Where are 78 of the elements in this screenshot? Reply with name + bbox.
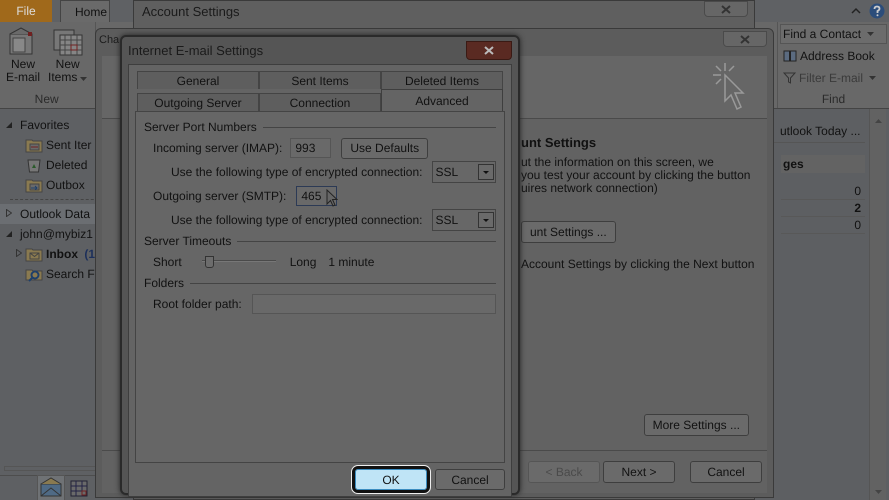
- folder-group[interactable]: Favorites: [0, 115, 119, 135]
- folder-group-label: Outlook Data: [20, 207, 90, 221]
- folder-item[interactable]: Sent Iter: [0, 135, 119, 155]
- folder-item[interactable]: Outbox: [0, 175, 119, 195]
- slider-thumb[interactable]: [204, 256, 214, 268]
- port-field[interactable]: 993: [290, 138, 332, 158]
- ribbon-tab[interactable]: File: [0, 0, 52, 22]
- mail-icon[interactable]: [38, 476, 64, 500]
- close-icon: [720, 4, 732, 14]
- dialog-title: Internet E-mail Settings: [128, 43, 264, 58]
- window-title: Cha: [99, 34, 120, 46]
- timeout-slider[interactable]: [202, 255, 276, 269]
- help-icon[interactable]: [869, 3, 885, 19]
- encryption-dropdown[interactable]: SSL: [432, 209, 496, 231]
- folder-icon: [25, 177, 43, 193]
- section-label: Server Port Numbers: [144, 120, 257, 134]
- wizard-button[interactable]: Cancel: [690, 461, 762, 483]
- folder-item[interactable]: Search F: [0, 264, 119, 284]
- folder-group-label: Favorites: [20, 118, 70, 132]
- settings-tab[interactable]: Advanced: [381, 89, 503, 111]
- section-label: Folders: [144, 276, 184, 290]
- description-text: uires network connection): [521, 182, 658, 195]
- section-heading: unt Settings: [521, 135, 598, 150]
- close-icon: [483, 46, 495, 55]
- field-label: Use the following type of encrypted connection:: [171, 165, 422, 179]
- settings-tab[interactable]: Deleted Items: [381, 71, 503, 89]
- group-label: New: [34, 92, 59, 106]
- more-settings-button[interactable]: More Settings ...: [644, 414, 749, 436]
- settings-tab[interactable]: Connection: [259, 93, 381, 111]
- find-command[interactable]: Find a Contact: [780, 24, 887, 44]
- section-header: ges: [781, 155, 865, 173]
- field-label: Incoming server (IMAP):: [153, 141, 282, 155]
- close-button[interactable]: [466, 41, 512, 60]
- close-icon: [739, 34, 751, 44]
- settings-tab[interactable]: Sent Items: [259, 71, 381, 89]
- field-label: Use the following type of encrypted connection:: [171, 213, 422, 227]
- new-item-button[interactable]: New Items: [46, 26, 90, 92]
- timeout-value: 1 minute: [328, 255, 374, 269]
- collapsed-icon[interactable]: [16, 249, 22, 257]
- message-count: 0: [781, 183, 865, 200]
- expanded-icon[interactable]: [6, 230, 12, 236]
- dialog-button[interactable]: Cancel: [435, 469, 505, 490]
- settings-tab[interactable]: Outgoing Server: [137, 93, 259, 111]
- mouse-pointer-icon: [326, 189, 338, 207]
- description-text: ut the information on this screen, we: [521, 156, 715, 169]
- folder-item[interactable]: Inbox (1: [0, 244, 119, 264]
- encryption-dropdown[interactable]: SSL: [432, 161, 496, 183]
- trash-icon: [25, 157, 43, 173]
- section-label: Server Timeouts: [144, 234, 232, 248]
- funnel-icon: [783, 72, 796, 84]
- folder-group-label: john@mybiz1: [20, 227, 93, 241]
- use-defaults-button[interactable]: Use Defaults: [341, 138, 428, 158]
- test-settings-button[interactable]: unt Settings ...: [521, 221, 616, 243]
- field-label: Root folder path:: [153, 297, 242, 311]
- scrollbar[interactable]: [869, 109, 886, 500]
- wizard-button[interactable]: Next >: [603, 461, 675, 483]
- message-count: 2: [781, 200, 865, 217]
- find-command[interactable]: Address Book: [780, 46, 887, 66]
- folder-group[interactable]: john@mybiz1: [0, 224, 119, 244]
- instruction-text: Account Settings by clicking the Next button: [521, 257, 756, 271]
- expanded-icon[interactable]: [6, 122, 12, 128]
- collapsed-icon[interactable]: [6, 209, 12, 217]
- description-text: you test your account by clicking the button: [521, 169, 752, 182]
- ribbon-tab[interactable]: Home: [60, 0, 110, 22]
- folder-item[interactable]: Deleted: [0, 155, 119, 175]
- settings-tab[interactable]: General: [137, 71, 259, 89]
- field-label: Outgoing server (SMTP):: [153, 189, 286, 203]
- message-count: 0: [781, 217, 865, 234]
- slider-label: Short: [153, 255, 182, 269]
- group-label: Find: [820, 92, 846, 106]
- book-icon: [783, 50, 797, 62]
- new-item-button[interactable]: New E-mail: [4, 26, 42, 92]
- calendar-icon[interactable]: [70, 479, 88, 497]
- collapse-ribbon-icon[interactable]: [851, 7, 861, 15]
- folder-icon: [25, 246, 43, 262]
- slider-label: Long: [290, 255, 316, 269]
- window-title: Account Settings: [142, 4, 240, 19]
- folder-icon: [25, 137, 43, 153]
